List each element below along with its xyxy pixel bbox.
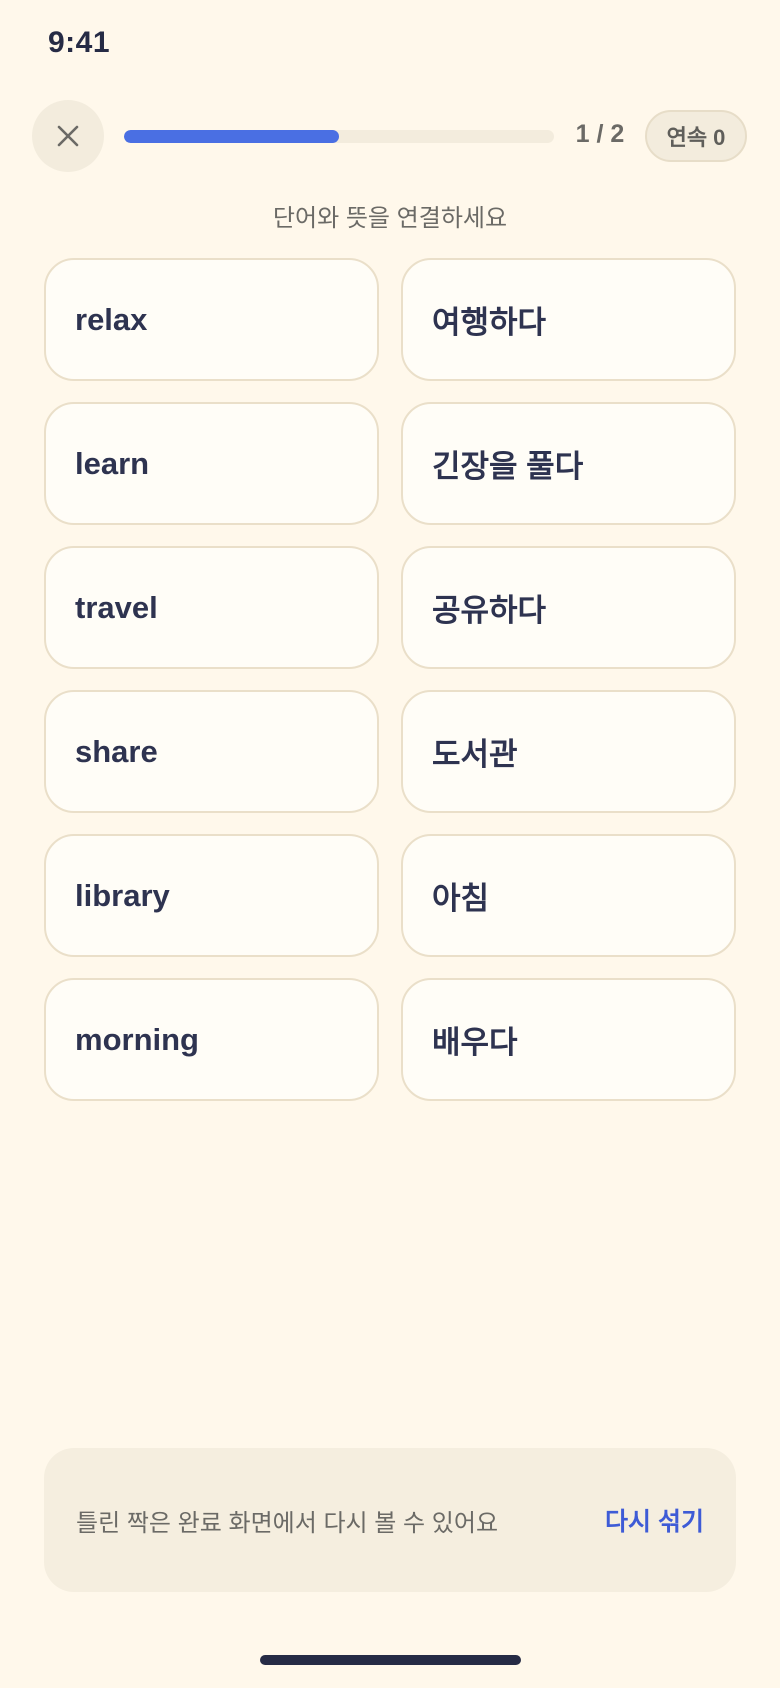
match-quiz-screen: 9:41 1 / 2 연속 0 단어와 뜻을 연결하세요 relax 여행하다 … — [0, 0, 780, 1688]
word-card-share[interactable]: share — [44, 690, 379, 813]
footer-note: 틀린 짝은 완료 화면에서 다시 볼 수 있어요 — [76, 1509, 499, 1537]
close-icon — [57, 125, 79, 147]
word-card-relax[interactable]: relax — [44, 258, 379, 381]
footer-panel: 틀린 짝은 완료 화면에서 다시 볼 수 있어요 다시 섞기 — [44, 1448, 736, 1592]
meaning-card-travel[interactable]: 여행하다 — [401, 258, 736, 381]
progress-bar — [124, 130, 554, 143]
word-card-travel[interactable]: travel — [44, 546, 379, 669]
close-button[interactable] — [32, 100, 104, 172]
word-card-morning[interactable]: morning — [44, 978, 379, 1101]
meaning-card-share[interactable]: 공유하다 — [401, 546, 736, 669]
word-card-learn[interactable]: learn — [44, 402, 379, 525]
instruction-text: 단어와 뜻을 연결하세요 — [272, 205, 508, 232]
progress-counter: 1 / 2 — [575, 120, 625, 148]
meaning-card-relax[interactable]: 긴장을 풀다 — [401, 402, 736, 525]
meaning-card-library[interactable]: 도서관 — [401, 690, 736, 813]
meaning-card-learn[interactable]: 배우다 — [401, 978, 736, 1101]
match-grid: relax 여행하다 learn 긴장을 풀다 travel 공유하다 shar… — [44, 258, 736, 1101]
home-indicator — [260, 1655, 521, 1665]
streak-badge: 연속 0 — [645, 110, 747, 162]
meaning-card-morning[interactable]: 아침 — [401, 834, 736, 957]
status-bar-time: 9:41 — [48, 26, 111, 59]
progress-bar-fill — [124, 130, 339, 143]
word-card-library[interactable]: library — [44, 834, 379, 957]
reshuffle-button[interactable]: 다시 섞기 — [605, 1502, 704, 1538]
